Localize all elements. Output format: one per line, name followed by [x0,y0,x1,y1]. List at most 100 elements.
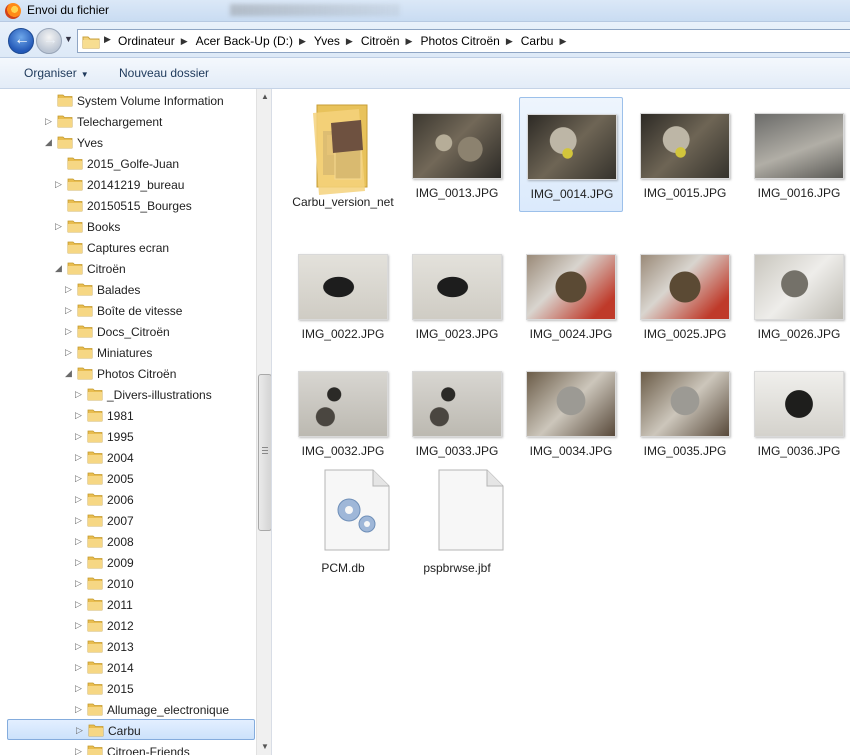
tree-item[interactable]: ▷ _Divers-illustrations [0,384,256,405]
tree-item[interactable]: ▷ Telechargement [0,111,256,132]
tree-item[interactable]: ▷ 2005 [0,468,256,489]
collapsed-arrow-icon[interactable]: ▷ [75,410,82,421]
collapsed-arrow-icon[interactable]: ▷ [45,116,52,127]
tree-item[interactable]: ▷ 2014 [0,657,256,678]
breadcrumb-chevron-icon[interactable]: ▶ [299,36,312,47]
breadcrumb-item[interactable]: Citroën [359,34,406,48]
tree-item[interactable]: ▷ 2013 [0,636,256,657]
tree-item[interactable]: ▷ 2011 [0,594,256,615]
tree-item[interactable]: ▷ Balades [0,279,256,300]
file-tile[interactable]: IMG_0023.JPG [405,243,509,358]
forward-button[interactable] [36,28,62,54]
tree-item[interactable]: ▷ Carbu [7,719,255,740]
scroll-down-icon[interactable]: ▼ [257,739,271,755]
scroll-up-icon[interactable]: ▲ [257,89,271,105]
collapsed-arrow-icon[interactable]: ▷ [75,620,82,631]
file-tile[interactable]: IMG_0016.JPG [747,97,850,212]
tree-item[interactable]: ▷ 2004 [0,447,256,468]
file-tile[interactable]: IMG_0032.JPG [291,359,395,474]
collapsed-arrow-icon[interactable]: ▷ [75,515,82,526]
collapsed-arrow-icon[interactable]: ▷ [75,452,82,463]
file-tile[interactable]: IMG_0015.JPG [633,97,737,212]
collapsed-arrow-icon[interactable]: ▷ [75,641,82,652]
tree-item[interactable]: ▷ Miniatures [0,342,256,363]
breadcrumb-chevron-icon[interactable]: ▶ [181,36,194,47]
file-tile[interactable]: IMG_0014.JPG [519,97,623,212]
organize-button[interactable]: Organiser ▼ [24,66,89,80]
collapsed-arrow-icon[interactable]: ▷ [75,746,82,755]
scrollbar-thumb[interactable] [258,374,271,531]
breadcrumb-chevron-icon[interactable]: ▶ [506,36,519,47]
file-tile[interactable]: IMG_0022.JPG [291,243,395,358]
tree-item[interactable]: ◢ Photos Citroën [0,363,256,384]
breadcrumb-chevron-icon[interactable]: ▶ [346,36,359,47]
breadcrumb-item[interactable]: Carbu [519,34,560,48]
collapsed-arrow-icon[interactable]: ▷ [76,725,83,736]
file-tile[interactable]: pspbrwse.jbf [405,464,509,579]
file-tile[interactable]: IMG_0025.JPG [633,243,737,358]
tree-item[interactable]: Captures ecran [0,237,256,258]
collapsed-arrow-icon[interactable]: ▷ [75,662,82,673]
file-tile[interactable]: IMG_0013.JPG [405,97,509,212]
tree-item[interactable]: ▷ Allumage_electronique [0,699,256,720]
file-tile[interactable]: IMG_0036.JPG [747,359,850,474]
tree-item[interactable]: ▷ 2015 [0,678,256,699]
new-folder-button[interactable]: Nouveau dossier [119,66,209,80]
tree-item[interactable]: ▷ 1995 [0,426,256,447]
collapsed-arrow-icon[interactable]: ▷ [75,431,82,442]
breadcrumb-item[interactable]: Ordinateur [116,34,181,48]
expanded-arrow-icon[interactable]: ◢ [45,137,52,148]
collapsed-arrow-icon[interactable]: ▷ [75,704,82,715]
collapsed-arrow-icon[interactable]: ▷ [75,536,82,547]
collapsed-arrow-icon[interactable]: ▷ [75,473,82,484]
collapsed-arrow-icon[interactable]: ▷ [75,557,82,568]
tree-item[interactable]: ▷ 20141219_bureau [0,174,256,195]
collapsed-arrow-icon[interactable]: ▷ [75,389,82,400]
collapsed-arrow-icon[interactable]: ▷ [75,683,82,694]
navigation-scrollbar[interactable]: ▲ ▼ [256,89,271,755]
breadcrumb-item[interactable]: Acer Back-Up (D:) [194,34,299,48]
tree-item[interactable]: ▷ 2007 [0,510,256,531]
breadcrumb-chevron-icon[interactable]: ▶ [406,36,419,47]
file-tile[interactable]: IMG_0024.JPG [519,243,623,358]
address-bar[interactable]: ▶ Ordinateur ▶ Acer Back-Up (D:) ▶ Yves ▶ Citr… [77,29,850,53]
recent-pages-chevron-icon[interactable]: ▼ [64,34,73,44]
collapsed-arrow-icon[interactable]: ▷ [65,284,72,295]
tree-item[interactable]: ▷ 2008 [0,531,256,552]
tree-item[interactable]: ◢ Citroën [0,258,256,279]
collapsed-arrow-icon[interactable]: ▷ [75,494,82,505]
collapsed-arrow-icon[interactable]: ▷ [55,179,62,190]
breadcrumb-item[interactable]: Photos Citroën [418,34,505,48]
collapsed-arrow-icon[interactable]: ▷ [75,599,82,610]
tree-item[interactable]: ▷ 2009 [0,552,256,573]
tree-item[interactable]: 20150515_Bourges [0,195,256,216]
file-tile[interactable]: IMG_0035.JPG [633,359,737,474]
file-tile[interactable]: Carbu_version_net [291,97,395,212]
tree-item[interactable]: ▷ 1981 [0,405,256,426]
collapsed-arrow-icon[interactable]: ▷ [75,578,82,589]
collapsed-arrow-icon[interactable]: ▷ [65,347,72,358]
file-tile[interactable]: IMG_0033.JPG [405,359,509,474]
file-tile[interactable]: IMG_0026.JPG [747,243,850,358]
file-tile[interactable]: PCM.db [291,464,395,579]
tree-item[interactable]: ▷ 2006 [0,489,256,510]
expanded-arrow-icon[interactable]: ◢ [55,263,62,274]
collapsed-arrow-icon[interactable]: ▷ [65,305,72,316]
tree-item[interactable]: ◢ Yves [0,132,256,153]
breadcrumb-root-chevron-icon[interactable]: ▶ [104,34,111,45]
tree-item[interactable]: ▷ 2012 [0,615,256,636]
collapsed-arrow-icon[interactable]: ▷ [65,326,72,337]
tree-item[interactable]: 2015_Golfe-Juan [0,153,256,174]
back-button[interactable] [8,28,34,54]
tree-item[interactable]: ▷ Boîte de vitesse [0,300,256,321]
expanded-arrow-icon[interactable]: ◢ [65,368,72,379]
breadcrumb-item[interactable]: Yves [312,34,346,48]
file-tile[interactable]: IMG_0034.JPG [519,359,623,474]
tree-item[interactable]: ▷ Books [0,216,256,237]
tree-item[interactable]: System Volume Information [0,90,256,111]
tree-item[interactable]: ▷ Docs_Citroën [0,321,256,342]
tree-item[interactable]: ▷ Citroen-Friends [0,741,256,755]
tree-item[interactable]: ▷ 2010 [0,573,256,594]
collapsed-arrow-icon[interactable]: ▷ [55,221,62,232]
breadcrumb-chevron-icon[interactable]: ▶ [559,36,572,47]
